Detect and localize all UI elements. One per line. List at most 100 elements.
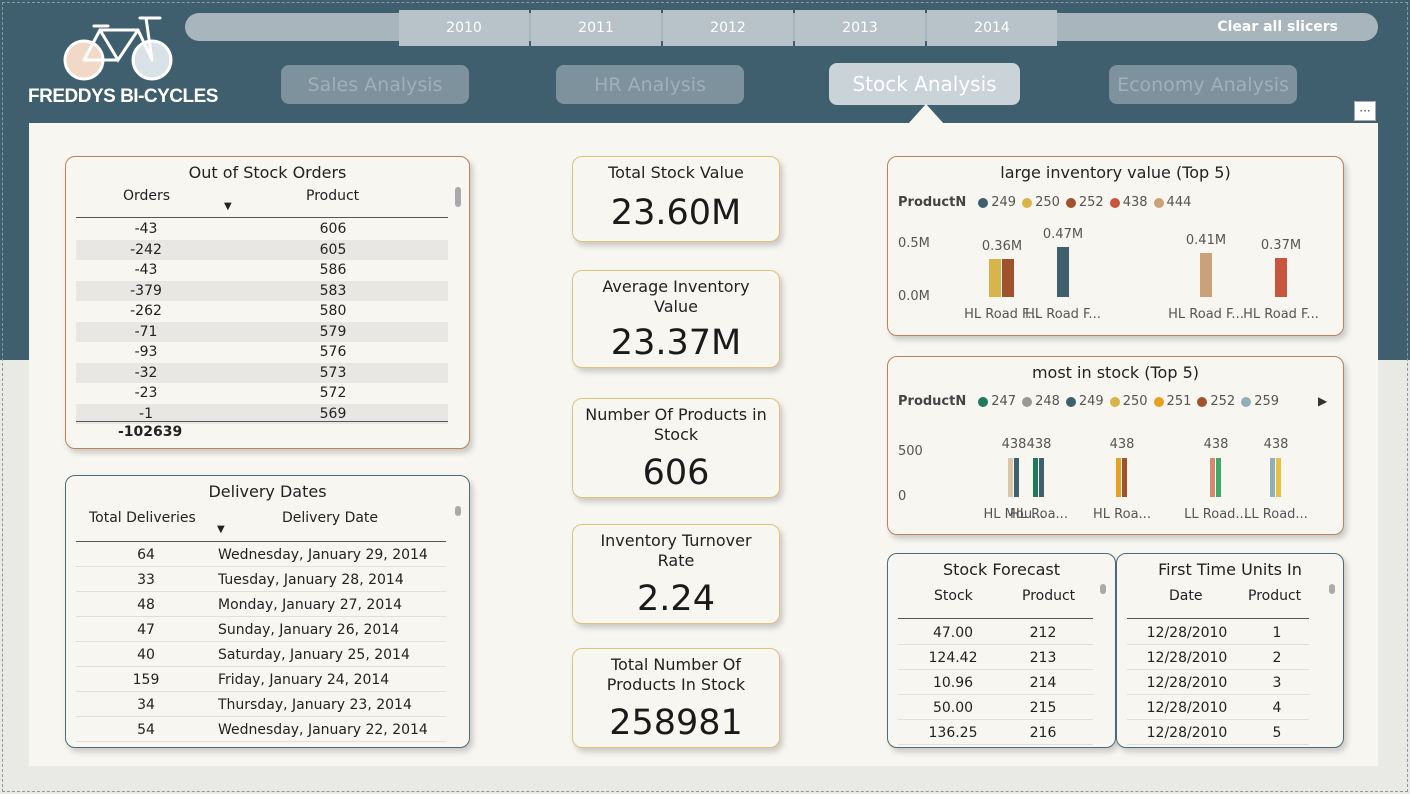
sales-analysis-button[interactable]: Sales Analysis <box>281 65 469 104</box>
data-label: 0.41M <box>1185 233 1227 249</box>
product-cell: 606 <box>319 221 347 238</box>
chart-bar[interactable] <box>1014 457 1019 497</box>
table-cell: 4 <box>1272 699 1282 716</box>
sort-desc-icon[interactable]: ▼ <box>224 201 232 212</box>
date-column-header[interactable]: Date <box>1169 588 1202 604</box>
product-cell: 583 <box>319 282 347 299</box>
deliveries-cell: 54 <box>137 721 155 738</box>
table-row[interactable]: 12/28/2010 5 <box>1127 721 1309 745</box>
deliveries-cell: 48 <box>137 596 155 613</box>
product-cell: 576 <box>319 344 347 361</box>
table-row[interactable]: -43 586 <box>76 260 448 281</box>
orders-column-header[interactable]: Orders <box>123 188 170 204</box>
year-2012-button[interactable]: 2012 <box>663 10 793 46</box>
year-2010-button[interactable]: 2010 <box>399 10 529 46</box>
table-row[interactable]: -23 572 <box>76 383 448 404</box>
table-row[interactable]: -93 576 <box>76 342 448 363</box>
average-inventory-value-card: Average Inventory Value 23.37M <box>572 270 780 368</box>
x-tick-label: HL Roa... <box>1093 507 1151 522</box>
table-row[interactable]: 47.00 212 <box>898 621 1093 645</box>
delivery-dates-title: Delivery Dates <box>208 482 327 501</box>
table-row[interactable]: 159 Friday, January 24, 2014 <box>76 668 446 692</box>
year-2013-button[interactable]: 2013 <box>795 10 925 46</box>
year-2011-button[interactable]: 2011 <box>531 10 661 46</box>
table-row[interactable]: 50.00 215 <box>898 696 1093 720</box>
y-tick-label: 500 <box>898 444 923 459</box>
hr-analysis-button[interactable]: HR Analysis <box>556 65 744 104</box>
table-row[interactable]: 48 Monday, January 27, 2014 <box>76 593 446 617</box>
product-cell: 573 <box>319 364 347 381</box>
more-options-button[interactable]: ··· <box>1354 101 1376 121</box>
table-row[interactable]: 33 Tuesday, January 28, 2014 <box>76 568 446 592</box>
kpi-value: 23.60M <box>610 193 742 233</box>
table-row[interactable]: -32 573 <box>76 362 448 383</box>
table-scrollbar[interactable] <box>1100 584 1106 594</box>
chart-bar[interactable] <box>1002 258 1014 297</box>
table-row[interactable]: 12/28/2010 2 <box>1127 646 1309 670</box>
product-column-header[interactable]: Product <box>1022 588 1075 604</box>
table-row[interactable]: 12/28/2010 4 <box>1127 696 1309 720</box>
table-row[interactable]: 54 Wednesday, January 22, 2014 <box>76 718 446 742</box>
table-row[interactable]: 12/28/2010 1 <box>1127 621 1309 645</box>
chart-bar[interactable] <box>1274 257 1287 297</box>
product-column-header[interactable]: Product <box>306 188 359 204</box>
delivery-date-header[interactable]: Delivery Date <box>282 510 378 526</box>
x-tick-label: HL Roa... <box>1010 507 1068 522</box>
deliveries-cell: 159 <box>132 671 160 688</box>
table-row[interactable]: 64 Wednesday, January 29, 2014 <box>76 543 446 567</box>
year-2014-button[interactable]: 2014 <box>927 10 1057 46</box>
table-cell: 12/28/2010 <box>1146 674 1228 691</box>
chart-bar[interactable] <box>1116 457 1121 497</box>
orders-cell: -43 <box>134 262 158 279</box>
table-row[interactable]: -43 606 <box>76 219 448 240</box>
table-row[interactable]: 34 Thursday, January 23, 2014 <box>76 693 446 717</box>
chart-bar[interactable] <box>1122 457 1127 497</box>
table-row[interactable]: -242 605 <box>76 239 448 260</box>
table-cell: 5 <box>1272 724 1282 741</box>
table-row[interactable]: 47 Sunday, January 26, 2014 <box>76 618 446 642</box>
delivery-date-cell: Sunday, January 26, 2014 <box>218 621 400 638</box>
chart-bar[interactable] <box>1276 457 1281 497</box>
delivery-date-cell: Wednesday, January 29, 2014 <box>218 546 428 563</box>
table-scrollbar[interactable] <box>455 187 461 207</box>
table-cell: 212 <box>1029 624 1057 641</box>
table-row[interactable]: 12/28/2010 3 <box>1127 671 1309 695</box>
table-cell: 12/28/2010 <box>1146 724 1228 741</box>
chart-bar[interactable] <box>1039 457 1044 497</box>
total-stock-value-card: Total Stock Value 23.60M <box>572 156 780 242</box>
brand-name: FREDDYS BI-CYCLES <box>28 86 218 107</box>
table-cell: 213 <box>1029 649 1057 666</box>
chart-bar[interactable] <box>1216 457 1221 497</box>
product-column-header[interactable]: Product <box>1248 588 1301 604</box>
table-row[interactable]: -71 579 <box>76 321 448 342</box>
table-cell: 215 <box>1029 699 1057 716</box>
delivery-date-cell: Monday, January 27, 2014 <box>218 596 403 613</box>
orders-cell: -71 <box>134 323 158 340</box>
chart-bar[interactable] <box>989 258 1001 297</box>
table-row[interactable]: 136.25 216 <box>898 721 1093 745</box>
chart-bar[interactable] <box>1008 457 1013 497</box>
chart-bar[interactable] <box>1270 457 1275 497</box>
sort-desc-icon[interactable]: ▼ <box>217 524 225 535</box>
table-scrollbar[interactable] <box>455 506 461 516</box>
chart-bar[interactable] <box>1056 246 1069 297</box>
table-row[interactable]: -262 580 <box>76 301 448 322</box>
table-scrollbar[interactable] <box>1329 584 1335 594</box>
total-deliveries-header[interactable]: Total Deliveries <box>89 510 196 526</box>
economy-analysis-button[interactable]: Economy Analysis <box>1109 65 1297 104</box>
stock-analysis-button[interactable]: Stock Analysis <box>829 63 1020 105</box>
delivery-date-cell: Saturday, January 25, 2014 <box>218 646 410 663</box>
inventory-turnover-card: Inventory Turnover Rate 2.24 <box>572 524 780 624</box>
chart-bar[interactable] <box>1033 457 1038 497</box>
chart-bar[interactable] <box>1199 253 1212 297</box>
table-row[interactable]: 10.96 214 <box>898 671 1093 695</box>
table-row[interactable]: 124.42 213 <box>898 646 1093 670</box>
x-tick-label: HL Road F... <box>1025 307 1101 322</box>
chart-bar[interactable] <box>1210 457 1215 497</box>
stock-column-header[interactable]: Stock <box>934 588 973 604</box>
delivery-date-cell: Friday, January 24, 2014 <box>218 671 390 688</box>
first-time-units-title: First Time Units In <box>1158 560 1302 579</box>
table-row[interactable]: 40 Saturday, January 25, 2014 <box>76 643 446 667</box>
table-row[interactable]: -379 583 <box>76 280 448 301</box>
clear-slicers-button[interactable]: Clear all slicers <box>1217 19 1338 35</box>
